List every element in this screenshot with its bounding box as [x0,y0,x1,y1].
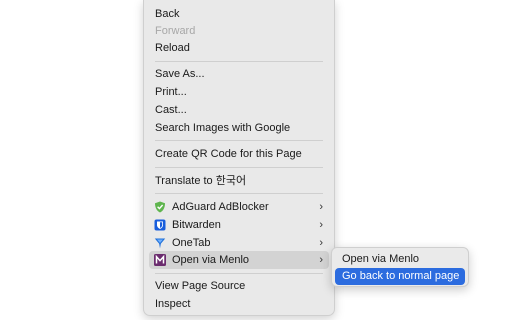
chevron-right-icon: › [319,237,323,249]
menu-separator [155,193,323,194]
menu-item-view-page-source[interactable]: View Page Source [149,277,329,295]
chevron-right-icon: › [319,254,323,266]
menu-item-forward: Forward [155,25,196,37]
chevron-right-icon: › [319,219,323,231]
chevron-right-icon: › [319,201,323,213]
context-menu: Back Forward Reload Save As... Print... … [143,0,335,316]
menu-item-label: Bitwarden [172,219,221,231]
menu-item-print[interactable]: Print... [149,83,329,101]
menu-item-reload[interactable]: Reload [149,39,329,57]
menu-item-label: OneTab [172,237,211,249]
menu-item-back[interactable]: Back [149,5,329,23]
menu-separator [155,167,323,168]
menu-item-label: Open via Menlo [172,254,250,266]
menu-item-label: AdGuard AdBlocker [172,201,269,213]
menu-item-inspect[interactable]: Inspect [149,295,329,313]
adguard-shield-icon [155,201,165,213]
menu-item-search-images[interactable]: Search Images with Google [149,119,329,137]
menu-item-create-qr-code[interactable]: Create QR Code for this Page [149,145,329,163]
menu-separator [155,61,323,62]
menu-item-save-as[interactable]: Save As... [149,65,329,83]
menu-separator [155,273,323,274]
menu-item-cast[interactable]: Cast... [149,101,329,119]
menu-item-open-via-menlo[interactable]: Open via Menlo › [149,251,329,269]
menu-item-adguard[interactable]: AdGuard AdBlocker › [149,198,329,216]
submenu-item-open-via-menlo[interactable]: Open via Menlo [335,251,465,268]
menlo-m-icon [154,254,166,266]
menu-separator [155,140,323,141]
submenu-item-go-back-normal-page[interactable]: Go back to normal page [335,268,465,285]
menu-item-bitwarden[interactable]: Bitwarden › [149,216,329,234]
menu-item-translate[interactable]: Translate to 한국어 [149,172,329,190]
bitwarden-shield-icon [154,219,166,231]
onetab-funnel-icon [154,238,166,249]
menlo-submenu: Open via Menlo Go back to normal page [331,247,469,287]
menu-item-onetab[interactable]: OneTab › [149,234,329,252]
